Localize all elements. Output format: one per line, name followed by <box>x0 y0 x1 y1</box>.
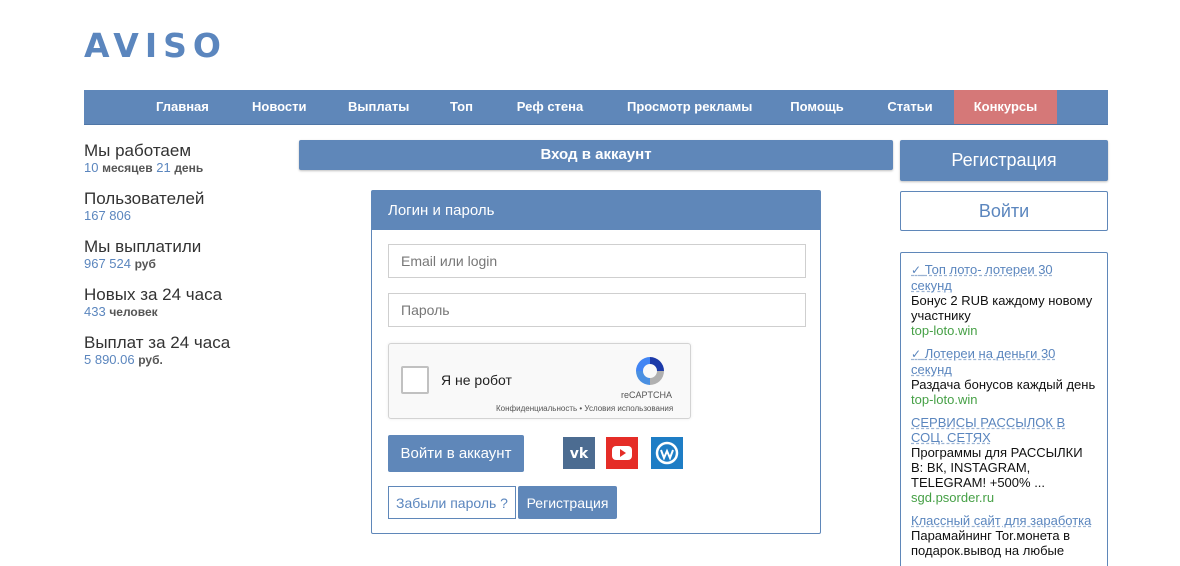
stat-value: 433 человек <box>84 304 158 319</box>
stat-payouts-24h: Выплат за 24 часа 5 890.06 руб. <box>84 333 284 381</box>
stat-value: 967 524 руб <box>84 256 156 271</box>
email-input[interactable] <box>388 244 806 278</box>
stat-value: 10 месяцев 21 день <box>84 160 204 175</box>
ad-site[interactable]: top-loto.win <box>911 323 1097 338</box>
stat-label: Выплат за 24 часа <box>84 333 231 352</box>
register-button-small[interactable]: Регистрация <box>518 486 617 519</box>
ad-site[interactable]: top-loto.win <box>911 392 1097 407</box>
check-icon: ✓ <box>911 263 922 277</box>
panel-title: Логин и пароль <box>372 191 820 230</box>
ad-title[interactable]: СЕРВИСЫ РАССЫЛОК В СОЦ. СЕТЯХ <box>911 415 1097 445</box>
ad-title[interactable]: Классный сайт для заработка <box>911 513 1097 528</box>
ad-item: ✓ Топ лото- лотереи 30 секунд Бонус 2 RU… <box>911 262 1097 338</box>
ad-desc: Раздача бонусов каждый день <box>911 377 1096 392</box>
recaptcha-icon <box>636 357 664 385</box>
ad-title[interactable]: ✓ Лотереи на деньги 30 секунд <box>911 346 1097 377</box>
stat-new-24h: Новых за 24 часа 433 человек <box>84 285 284 333</box>
ad-item: Классный сайт для заработка Парамайнинг … <box>911 513 1097 558</box>
register-button[interactable]: Регистрация <box>900 140 1108 181</box>
vk-icon[interactable]: vk <box>563 437 595 469</box>
ad-desc: Бонус 2 RUB каждому новому участнику <box>911 293 1093 323</box>
nav-item-payouts[interactable]: Выплаты <box>348 90 409 124</box>
recaptcha-brand: reCAPTCHA <box>621 390 673 400</box>
ad-block: ✓ Топ лото- лотереи 30 секунд Бонус 2 RU… <box>900 252 1108 566</box>
recaptcha-widget: Я не робот reCAPTCHA Конфиденциальность … <box>388 343 691 419</box>
ad-desc: Парамайнинг Tor.монета в подарок.вывод н… <box>911 528 1071 558</box>
recaptcha-links[interactable]: Конфиденциальность • Условия использован… <box>496 404 673 413</box>
enter-button[interactable]: Войти <box>900 191 1108 231</box>
main-nav: Главная Новости Выплаты Топ Реф стена Пр… <box>84 90 1108 125</box>
nav-item-contests[interactable]: Конкурсы <box>954 90 1057 124</box>
ad-item: СЕРВИСЫ РАССЫЛОК В СОЦ. СЕТЯХ Программы … <box>911 415 1097 505</box>
stat-paid: Мы выплатили 967 524 руб <box>84 237 284 285</box>
site-logo[interactable]: AVISO <box>84 26 227 65</box>
stat-users: Пользователей 167 806 <box>84 189 284 237</box>
nav-item-news[interactable]: Новости <box>252 90 307 124</box>
stat-label: Пользователей <box>84 189 205 208</box>
ad-site[interactable]: sgd.psorder.ru <box>911 490 1097 505</box>
stat-label: Мы работаем <box>84 141 192 160</box>
login-title-bar: Вход в аккаунт <box>299 140 893 170</box>
ad-desc: Программы для РАССЫЛКИ В: ВК, INSTAGRAM,… <box>911 445 1083 490</box>
svg-text:vk: vk <box>570 446 589 462</box>
login-panel: Логин и пароль Я не робот reCAPTCHA Конф… <box>371 190 821 534</box>
recaptcha-label: Я не робот <box>441 372 512 388</box>
stat-label: Новых за 24 часа <box>84 285 223 304</box>
password-input[interactable] <box>388 293 806 327</box>
nav-item-home[interactable]: Главная <box>156 90 209 124</box>
forgot-password-button[interactable]: Забыли пароль ? <box>388 486 516 519</box>
site-stats: Мы работаем 10 месяцев 21 день Пользоват… <box>84 141 284 381</box>
stat-label: Мы выплатили <box>84 237 202 256</box>
webmoney-icon[interactable] <box>651 437 683 469</box>
login-submit-button[interactable]: Войти в аккаунт <box>388 435 524 472</box>
recaptcha-checkbox[interactable] <box>401 366 429 394</box>
stat-value: 5 890.06 руб. <box>84 352 163 367</box>
stat-value: 167 806 <box>84 208 131 223</box>
nav-item-top[interactable]: Топ <box>449 90 474 124</box>
ad-title[interactable]: ✓ Топ лото- лотереи 30 секунд <box>911 262 1097 293</box>
nav-item-ref-wall[interactable]: Реф стена <box>516 90 584 124</box>
nav-item-ad-view[interactable]: Просмотр рекламы <box>627 90 752 124</box>
youtube-icon[interactable] <box>606 437 638 469</box>
nav-item-help[interactable]: Помощь <box>790 90 844 124</box>
stat-working: Мы работаем 10 месяцев 21 день <box>84 141 284 189</box>
nav-item-articles[interactable]: Статьи <box>887 90 933 124</box>
check-icon: ✓ <box>911 347 922 361</box>
ad-item: ✓ Лотереи на деньги 30 секунд Раздача бо… <box>911 346 1097 407</box>
